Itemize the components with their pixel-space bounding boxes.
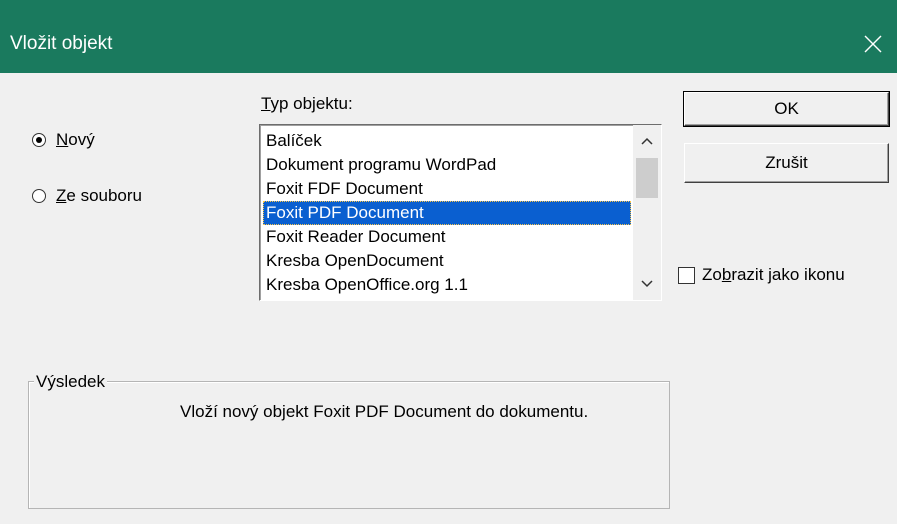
scroll-up-button[interactable] (633, 128, 661, 154)
list-item[interactable]: Balíček (263, 129, 631, 153)
insert-object-dialog: Vložit objekt Nový Ze souboru Typ objekt… (0, 0, 897, 524)
object-type-label: Typ objektu: (261, 94, 353, 113)
result-group-label: Výsledek (34, 372, 107, 392)
object-type-list[interactable]: Balíček Dokument programu WordPad Foxit FD… (259, 124, 662, 301)
display-as-icon-box (678, 266, 695, 284)
close-icon (864, 35, 882, 53)
radio-new[interactable]: Nový (32, 129, 95, 151)
list-item[interactable]: Foxit PDF Document (263, 201, 631, 225)
list-scrollbar[interactable] (633, 125, 661, 300)
scroll-thumb[interactable] (636, 158, 658, 198)
ok-button[interactable]: OK (683, 91, 890, 127)
list-item[interactable]: Dokument programu WordPad (263, 153, 631, 177)
close-button[interactable] (851, 22, 897, 68)
radio-new-label: Nový (56, 130, 95, 149)
display-as-icon-label: Zobrazit jako ikonu (702, 265, 845, 284)
list-item[interactable]: Kresba OpenOffice.org 1.1 (263, 273, 631, 297)
window-title: Vložit objekt (10, 33, 113, 54)
list-item[interactable]: Kresba OpenDocument (263, 249, 631, 273)
display-as-icon-checkbox[interactable]: Zobrazit jako ikonu (678, 264, 845, 286)
title-bar: Vložit objekt (0, 0, 897, 73)
cancel-button[interactable]: Zrušit (684, 143, 889, 183)
object-type-items: Balíček Dokument programu WordPad Foxit FD… (263, 129, 631, 297)
radio-from-file[interactable]: Ze souboru (32, 185, 142, 207)
radio-from-file-indicator (32, 189, 46, 203)
chevron-up-icon (641, 137, 653, 145)
radio-from-file-label: Ze souboru (56, 186, 143, 205)
result-description: Vloží nový objekt Foxit PDF Document do … (180, 402, 589, 421)
list-item[interactable]: Foxit FDF Document (263, 177, 631, 201)
list-item[interactable]: Foxit Reader Document (263, 225, 631, 249)
radio-new-indicator (32, 133, 46, 147)
chevron-down-icon (641, 280, 653, 288)
scroll-down-button[interactable] (633, 271, 661, 297)
